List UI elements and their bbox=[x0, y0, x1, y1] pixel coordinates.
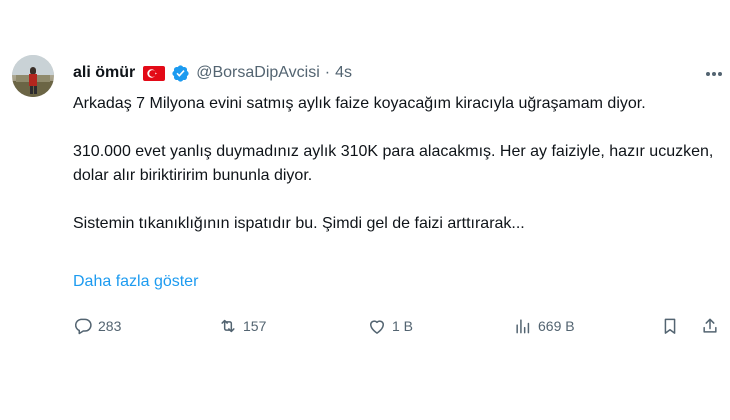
views-icon bbox=[516, 319, 530, 334]
tweet-text: Arkadaş 7 Milyona evini satmış aylık fai… bbox=[73, 92, 718, 236]
header-separator: · bbox=[324, 64, 331, 81]
bookmark-icon bbox=[664, 318, 676, 334]
tweet: ali ömür @BorsaDipAvcisi · 4s Arkadaş 7 … bbox=[0, 0, 730, 420]
views-count: 669 B bbox=[538, 318, 575, 334]
author-handle[interactable]: @BorsaDipAvcisi bbox=[196, 64, 320, 82]
reply-button[interactable]: 283 bbox=[73, 314, 121, 338]
author-name[interactable]: ali ömür bbox=[73, 64, 135, 82]
reply-icon bbox=[75, 318, 92, 335]
like-icon bbox=[370, 320, 384, 334]
like-button[interactable]: 1 B bbox=[367, 314, 413, 338]
tweet-paragraph-3: Sistemin tıkanıklığının ispatıdır bu. Şi… bbox=[73, 215, 525, 232]
like-count: 1 B bbox=[392, 318, 414, 334]
share-icon bbox=[703, 318, 717, 333]
avatar[interactable] bbox=[12, 55, 54, 97]
share-button[interactable] bbox=[700, 314, 720, 338]
turkey-flag-icon bbox=[143, 65, 166, 81]
show-more-link[interactable]: Daha fazla göster bbox=[73, 273, 198, 291]
more-options-icon[interactable] bbox=[702, 64, 726, 84]
tweet-header: ali ömür @BorsaDipAvcisi · 4s bbox=[73, 62, 352, 84]
reply-count: 283 bbox=[98, 318, 122, 334]
bookmark-button[interactable] bbox=[660, 314, 680, 338]
retweet-count: 157 bbox=[243, 318, 267, 334]
avatar-photo bbox=[12, 55, 54, 97]
tweet-paragraph-2: 310.000 evet yanlış duymadınız aylık 310… bbox=[73, 143, 714, 184]
verified-badge-icon[interactable] bbox=[171, 64, 190, 83]
retweet-button[interactable]: 157 bbox=[218, 314, 266, 338]
tweet-paragraph-1: Arkadaş 7 Milyona evini satmış aylık fai… bbox=[73, 95, 646, 112]
views-button[interactable]: 669 B bbox=[513, 314, 575, 338]
tweet-timestamp[interactable]: 4s bbox=[335, 64, 352, 82]
action-bar: 283 157 1 B 669 B bbox=[0, 314, 730, 338]
retweet-icon bbox=[221, 319, 235, 333]
